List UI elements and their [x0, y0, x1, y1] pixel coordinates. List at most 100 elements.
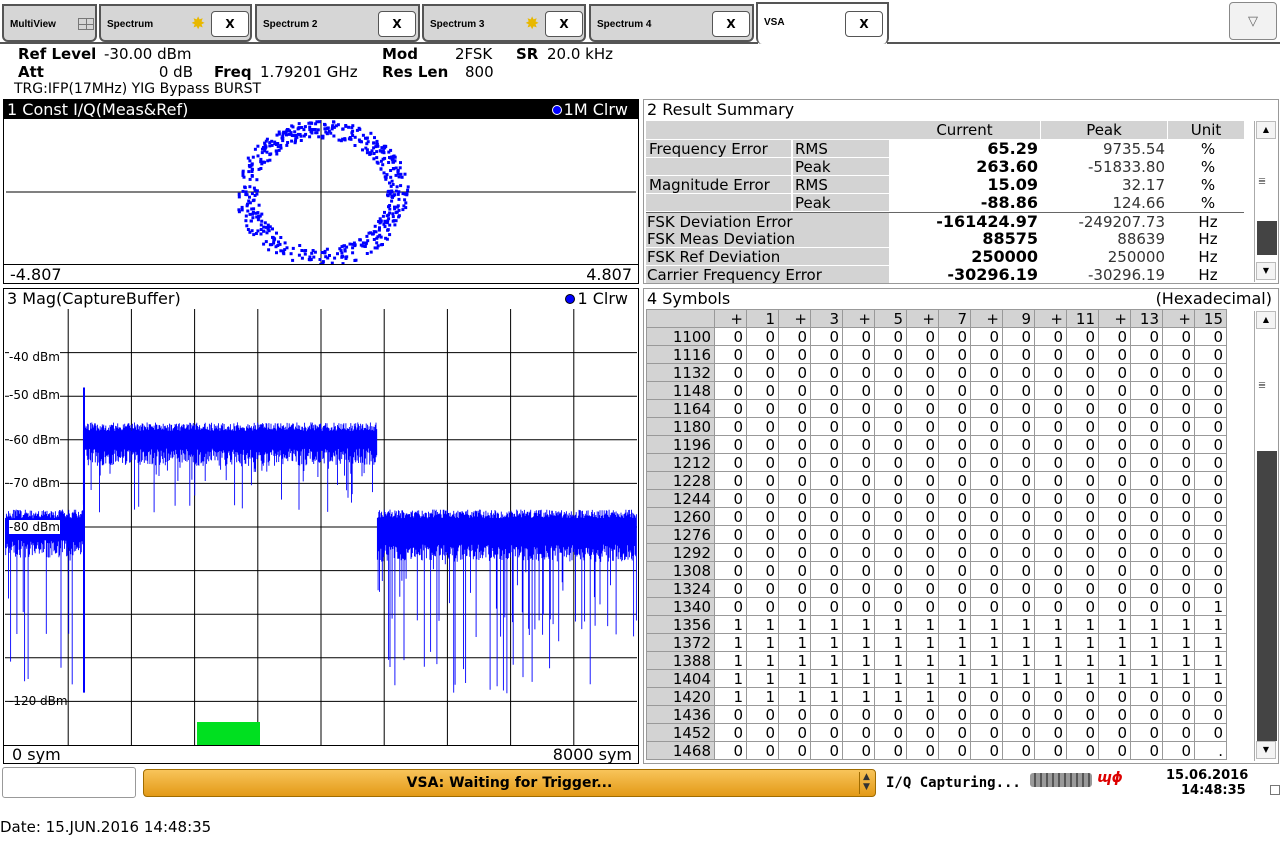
- message-bar[interactable]: VSA: Waiting for Trigger... ▲ ▼: [143, 769, 876, 797]
- symbol-cell: 0: [874, 705, 907, 724]
- capture-marker: [197, 722, 260, 745]
- iq-point: [245, 224, 249, 228]
- iq-point: [365, 252, 369, 255]
- tab-menu-button[interactable]: ▽: [1229, 2, 1277, 40]
- symbol-cell: 0: [1034, 327, 1067, 346]
- sr-value[interactable]: 20.0 kHz: [547, 45, 613, 63]
- symbol-cell: 0: [1098, 327, 1131, 346]
- scroll-thumb[interactable]: [1257, 451, 1277, 741]
- iq-point: [388, 233, 392, 237]
- iq-point: [255, 178, 259, 182]
- symbol-cell: 0: [1130, 579, 1163, 598]
- symbol-cell: 0: [714, 489, 747, 508]
- symbol-cell: 0: [906, 525, 939, 544]
- result-unit: %: [1200, 158, 1216, 176]
- symbol-cell: 0: [906, 453, 939, 472]
- scrollbar[interactable]: ▲ ═ ═ ▼: [1254, 121, 1278, 282]
- symbol-cell: 0: [778, 489, 811, 508]
- scroll-thumb[interactable]: [1257, 221, 1277, 255]
- iq-point: [300, 249, 304, 252]
- logo-icon: ɰɸ: [1097, 770, 1123, 786]
- symbol-cell: 0: [746, 489, 779, 508]
- tab-spectrum-3[interactable]: Spectrum 3 ✸ X: [422, 4, 586, 42]
- scroll-up-icon[interactable]: ▲: [1256, 311, 1276, 329]
- symbol-cell: 1: [874, 615, 907, 634]
- iq-point: [299, 134, 303, 138]
- tab-multiview[interactable]: MultiView: [2, 4, 97, 42]
- freq-value[interactable]: 1.79201 GHz: [260, 63, 358, 81]
- const-panel[interactable]: 1 Const I/Q(Meas&Ref) 1M Clrw -4.807 4.8…: [3, 99, 639, 284]
- scrollbar[interactable]: ▲ ═ ═ ▼: [1254, 311, 1278, 761]
- tab-spectrum-2[interactable]: Spectrum 2 X: [255, 4, 420, 42]
- scroll-up-icon[interactable]: ▲: [1256, 121, 1276, 139]
- close-icon[interactable]: X: [211, 11, 249, 37]
- scroll-down-icon[interactable]: ▼: [1256, 741, 1276, 759]
- table-row: 1148 0 0 0 0 0 0 0 0 0 0 0 0 0 0 0 0: [646, 381, 1227, 400]
- symbol-col-header: +: [778, 309, 811, 328]
- symbol-cell: 0: [938, 723, 971, 742]
- iq-point: [353, 144, 357, 147]
- iq-point: [259, 157, 263, 161]
- att-value[interactable]: 0 dB: [150, 63, 193, 81]
- ref-level-value[interactable]: -30.00 dBm: [104, 45, 192, 63]
- iq-point: [401, 192, 405, 196]
- close-icon[interactable]: X: [845, 11, 883, 37]
- symbols-format: (Hexadecimal): [1155, 289, 1272, 308]
- iq-point: [390, 195, 394, 199]
- status-input[interactable]: [2, 767, 136, 798]
- mod-value[interactable]: 2FSK: [455, 45, 492, 63]
- iq-point: [248, 230, 252, 234]
- iq-point: [397, 175, 401, 179]
- row-label: 1100: [646, 327, 715, 346]
- result-current: 263.60: [976, 157, 1038, 176]
- symbol-cell: 0: [714, 453, 747, 472]
- symbol-cell: 0: [1098, 453, 1131, 472]
- symbol-cell: 0: [1066, 381, 1099, 400]
- symbol-cell: 0: [778, 741, 811, 760]
- symbol-cell: 1: [746, 651, 779, 670]
- symbol-cell: 0: [1098, 687, 1131, 706]
- iq-point: [285, 133, 288, 137]
- tab-spectrum-4[interactable]: Spectrum 4 X: [589, 4, 754, 42]
- table-row: 1468 0 0 0 0 0 0 0 0 0 0 0 0 0 0 0.: [646, 741, 1227, 760]
- iq-point: [394, 211, 398, 215]
- iq-point: [385, 173, 389, 177]
- result-sub: Peak: [793, 158, 889, 176]
- reslen-value[interactable]: 800: [465, 63, 494, 81]
- iq-point: [310, 251, 314, 255]
- tab-spectrum[interactable]: Spectrum ✸ X: [99, 4, 252, 42]
- iq-point: [246, 209, 250, 213]
- symbol-cell: 1: [1130, 615, 1163, 634]
- iq-point: [375, 160, 379, 164]
- result-summary-panel[interactable]: 2 Result Summary Current Peak Unit Frequ…: [643, 99, 1279, 284]
- iq-point: [364, 136, 367, 140]
- mag-panel[interactable]: 3 Mag(CaptureBuffer) 1 Clrw -40 dBm -50 …: [3, 288, 639, 764]
- symbol-cell: 0: [1034, 543, 1067, 562]
- iq-point: [406, 185, 410, 189]
- symbol-cell: 0: [1002, 579, 1035, 598]
- col-header-unit: Unit: [1168, 121, 1244, 139]
- iq-point: [325, 127, 329, 130]
- close-icon[interactable]: X: [545, 11, 583, 37]
- symbol-cell: 0: [842, 471, 875, 490]
- symbol-cell: 1: [1098, 615, 1131, 634]
- iq-point: [406, 188, 410, 192]
- iq-point: [256, 144, 260, 148]
- iq-point: [273, 142, 277, 146]
- iq-point: [332, 120, 335, 124]
- iq-point: [390, 189, 394, 193]
- close-icon[interactable]: X: [712, 11, 750, 37]
- symbol-cell: 0: [938, 543, 971, 562]
- close-icon[interactable]: X: [378, 11, 416, 37]
- iq-point: [348, 242, 352, 246]
- symbol-cell: 1: [842, 651, 875, 670]
- symbol-cell: 0: [714, 543, 747, 562]
- iq-point: [375, 139, 379, 143]
- iq-point: [263, 160, 266, 164]
- tab-vsa[interactable]: VSA X: [756, 2, 889, 44]
- scroll-down-icon[interactable]: ▼: [1256, 262, 1276, 280]
- message-dropdown-icon[interactable]: ▲ ▼: [859, 772, 873, 794]
- iq-point: [271, 227, 274, 231]
- symbol-cell: 1: [778, 633, 811, 652]
- symbol-cell: 0: [1002, 597, 1035, 616]
